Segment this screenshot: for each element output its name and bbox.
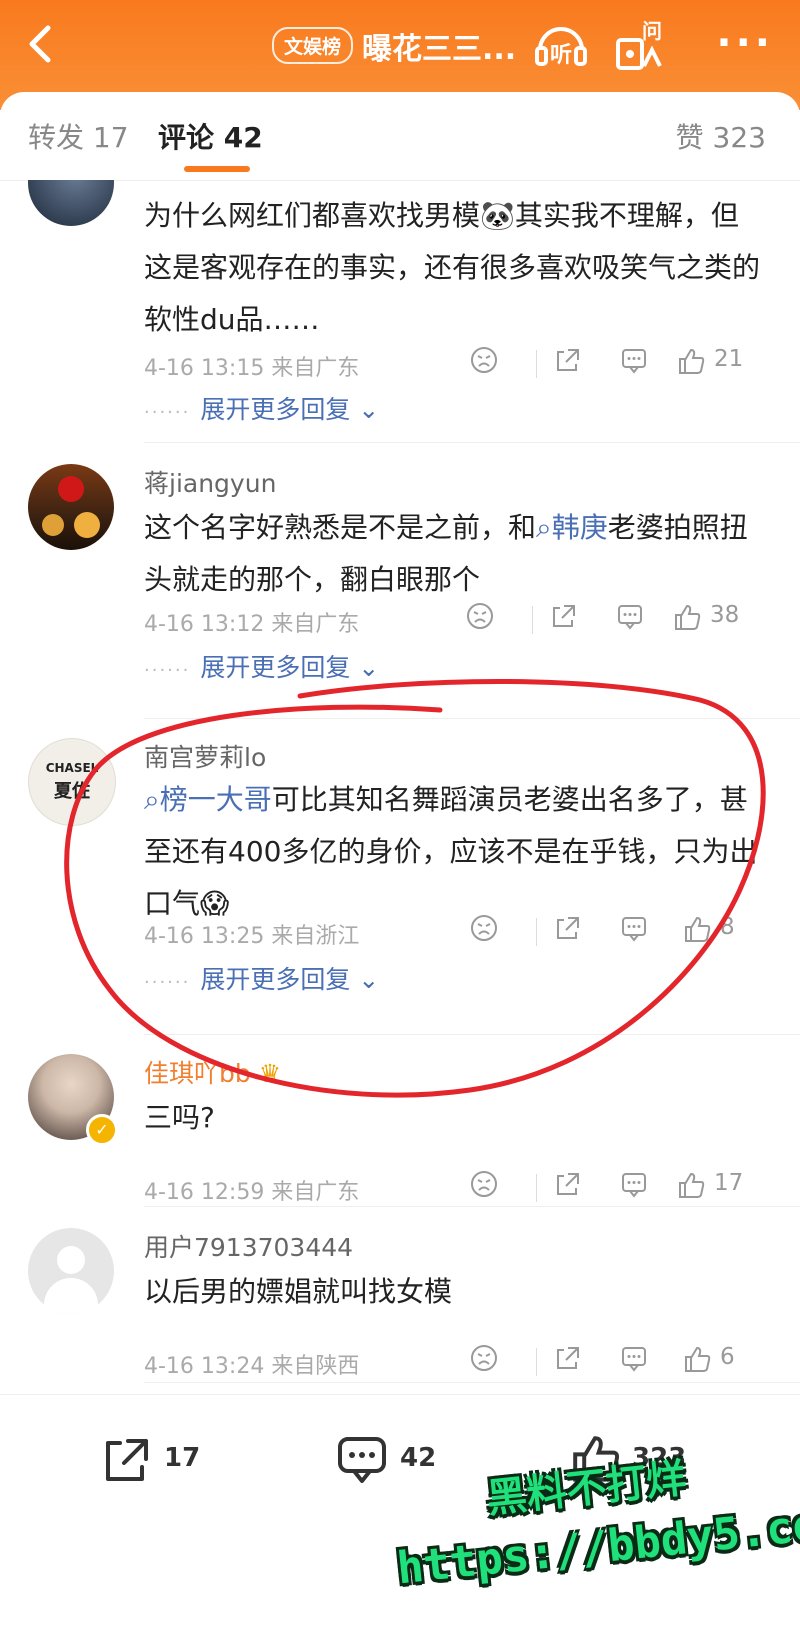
like-count: 8 [720,914,735,940]
comment-meta: 4-16 13:12 来自广东 [144,612,360,637]
divider [144,1034,800,1035]
repost-icon[interactable] [102,1435,152,1485]
like-icon[interactable] [682,914,712,944]
tab-likes[interactable]: 赞 323 [676,116,766,156]
avatar[interactable] [28,180,114,226]
comment-text: 为什么网红们都喜欢找男模🐼其实我不理解，但这是客观存在的事实，还有很多喜欢吸笑气… [144,199,761,336]
username[interactable]: 南宫萝莉lo [144,738,266,774]
divider [144,442,800,443]
repost-count: 17 [164,1443,201,1473]
avatar[interactable] [28,464,114,550]
dislike-icon[interactable] [470,914,498,942]
username[interactable]: 佳琪吖bb ♛ [144,1054,281,1090]
comment-text: 这个名字好熟悉是不是之前，和⌕韩庚老婆拍照扭头就走的那个，翻白眼那个 [144,511,748,596]
share-icon[interactable] [550,602,578,630]
divider [144,1206,800,1207]
topic-link[interactable]: ⌕韩庚 [536,511,608,544]
comment-item: 蒋jiangyun 这个名字好熟悉是不是之前，和⌕韩庚老婆拍照扭头就走的那个，翻… [0,464,800,724]
comment-item: 为什么网红们都喜欢找男模🐼其实我不理解，但这是客观存在的事实，还有很多喜欢吸笑气… [0,180,800,450]
reply-icon[interactable] [620,346,648,374]
expand-replies-link[interactable]: ······ 展开更多回复 ⌄ [144,648,379,684]
comment-text: 以后男的嫖娼就叫找女模 [144,1275,453,1308]
share-icon[interactable] [554,1344,582,1372]
topic-link[interactable]: ⌕榜一大哥 [144,783,272,816]
reply-icon[interactable] [620,1170,648,1198]
crown-icon: ♛ [258,1059,282,1088]
like-count: 6 [720,1344,735,1370]
comment-actions: 38 [466,602,776,642]
dislike-icon[interactable] [470,346,498,374]
dislike-icon[interactable] [470,1170,498,1198]
comment-meta: 4-16 13:24 来自陕西 [144,1354,360,1379]
listen-icon[interactable]: 听 [532,16,590,74]
reply-icon[interactable] [616,602,644,630]
active-tab-indicator [184,166,250,172]
verified-badge-icon: ✓ [86,1114,118,1146]
expand-replies-link[interactable]: ······ 展开更多回复 ⌄ [144,390,379,426]
expand-replies-link[interactable]: ······ 展开更多回复 ⌄ [144,960,379,996]
entertainment-list-badge[interactable]: 文娱榜 [272,27,354,64]
avatar[interactable] [28,1228,114,1314]
comment-item: CHASEL 夏佐 南宫萝莉lo ⌕榜一大哥可比其知名舞蹈演员老婆出名多了，甚至… [0,738,800,1038]
comment-meta: 4-16 13:15 来自广东 [144,356,360,381]
tab-reposts[interactable]: 转发 17 [28,116,129,156]
like-icon[interactable] [676,1170,706,1200]
comment-icon[interactable] [336,1433,388,1487]
listen-label: 听 [550,43,572,68]
reply-icon[interactable] [620,914,648,942]
share-icon[interactable] [554,1170,582,1198]
dislike-icon[interactable] [470,1344,498,1372]
like-icon[interactable] [676,346,706,376]
comment-actions: 6 [470,1344,780,1384]
comment-text: ⌕榜一大哥可比其知名舞蹈演员老婆出名多了，甚至还有400多亿的身价，应该不是在乎… [144,783,758,920]
comment-actions: 21 [470,346,780,386]
more-options-icon[interactable]: ··· [716,20,774,66]
ask-icon[interactable]: 问 [612,16,670,74]
comment-meta: 4-16 12:59 来自广东 [144,1180,360,1205]
like-count: 38 [710,602,740,628]
comment-count: 42 [400,1443,437,1473]
divider [144,1382,800,1383]
comment-list[interactable]: 为什么网红们都喜欢找男模🐼其实我不理解，但这是客观存在的事实，还有很多喜欢吸笑气… [0,180,800,1502]
username[interactable]: 用户7913703444 [144,1228,353,1264]
ask-label: 问 [642,19,662,43]
comment-item: 用户7913703444 以后男的嫖娼就叫找女模 4-16 13:24 来自陕西… [0,1228,800,1398]
like-icon[interactable] [682,1344,712,1374]
dislike-icon[interactable] [466,602,494,630]
like-count: 17 [714,1170,744,1196]
share-icon[interactable] [554,346,582,374]
comment-actions: 17 [470,1170,780,1210]
page-title: 曝花三三... [362,32,517,67]
comments-sheet: 转发 17 评论 42 赞 323 为什么网红们都喜欢找男模🐼其实我不理解，但这… [0,92,800,1638]
tab-bar: 转发 17 评论 42 赞 323 [0,92,800,181]
comment-meta: 4-16 13:25 来自浙江 [144,924,360,949]
reply-icon[interactable] [620,1344,648,1372]
like-icon[interactable] [672,602,702,632]
like-count: 21 [714,346,744,372]
avatar[interactable]: CHASEL 夏佐 [28,738,116,826]
share-icon[interactable] [554,914,582,942]
comment-item: ✓ 佳琪吖bb ♛ 三吗? 4-16 12:59 来自广东 17 [0,1054,800,1214]
back-arrow-icon[interactable] [20,22,60,66]
comment-text: 三吗? [144,1101,215,1134]
divider [144,718,800,719]
username[interactable]: 蒋jiangyun [144,464,276,500]
comment-actions: 8 [470,914,780,954]
tab-comments[interactable]: 评论 42 [158,116,263,156]
